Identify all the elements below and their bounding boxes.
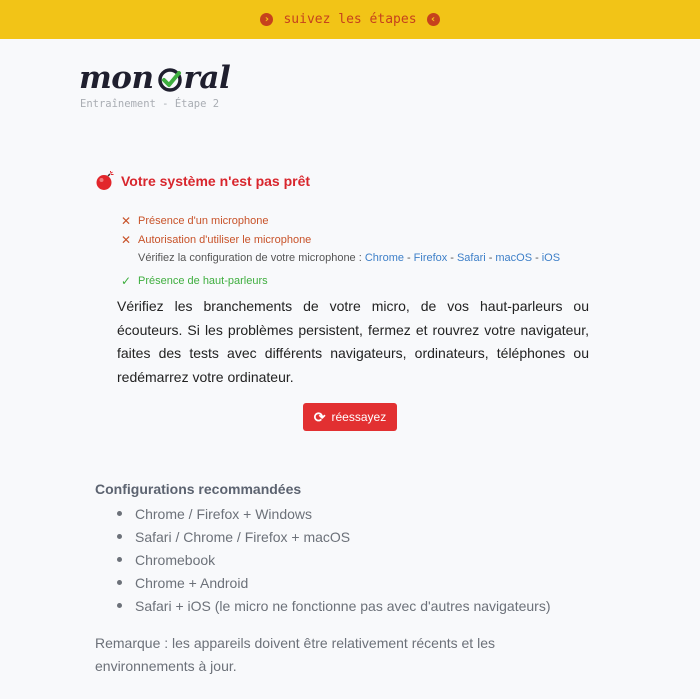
check-microphone: ✕ Présence d'un microphone — [120, 212, 560, 231]
refresh-icon: ⟳ — [313, 408, 326, 425]
link-safari[interactable]: Safari — [457, 252, 486, 264]
link-firefox[interactable]: Firefox — [414, 252, 448, 264]
logo-check-o-icon — [157, 68, 182, 92]
logo-text-part1: mon — [79, 60, 154, 96]
list-item: Safari / Chrome / Firefox + macOS — [117, 525, 551, 548]
chevron-right-circle-icon: › — [260, 13, 274, 26]
step-subtitle: Entraînement - Étape 2 — [80, 98, 220, 110]
recommended-list: Chrome / Firefox + Windows Safari / Chro… — [117, 502, 551, 617]
chevron-left-circle-icon: ‹ — [426, 13, 440, 26]
check-authorization-label: Autorisation d'utiliser le microphone — [138, 233, 312, 246]
logo[interactable]: mon ral — [79, 60, 231, 96]
config-note-prefix: Vérifiez la configuration de votre micro… — [138, 252, 362, 265]
bomb-icon — [96, 171, 114, 190]
list-item: Chromebook — [117, 548, 551, 571]
link-ios[interactable]: iOS — [542, 252, 560, 264]
logo-text-part2: ral — [183, 60, 231, 96]
check-speakers: ✓ Présence de haut-parleurs — [120, 272, 560, 291]
remark: Remarque : les appareils doivent être re… — [95, 635, 495, 674]
check-speakers-label: Présence de haut-parleurs — [138, 274, 268, 287]
check-authorization: ✕ Autorisation d'utiliser le microphone — [120, 231, 560, 250]
system-status: Votre système n'est pas prêt — [95, 171, 310, 191]
list-item: Safari + iOS (le micro ne fonctionne pas… — [117, 594, 551, 617]
link-macos[interactable]: macOS — [495, 252, 532, 264]
retry-button[interactable]: ⟳ réessayez — [303, 403, 397, 431]
check-microphone-label: Présence d'un microphone — [138, 215, 269, 228]
retry-button-label: réessayez — [331, 410, 387, 424]
list-item: Chrome / Firefox + Windows — [117, 502, 551, 525]
steps-banner-label: suivez les étapes — [283, 12, 417, 27]
status-title: Votre système n'est pas prêt — [121, 173, 311, 189]
steps-banner[interactable]: › suivez les étapes ‹ — [0, 0, 700, 39]
config-note: Vérifiez la configuration de votre micro… — [138, 252, 561, 265]
checkmark-icon: ✓ — [120, 273, 132, 288]
list-item: Chrome + Android — [117, 571, 551, 594]
cross-icon: ✕ — [120, 214, 132, 229]
recommended-title: Configurations recommandées — [95, 481, 302, 497]
checklist: ✕ Présence d'un microphone ✕ Autorisatio… — [120, 212, 560, 290]
troubleshooting-advice: Vérifiez les branchements de votre micro… — [117, 298, 589, 385]
link-chrome[interactable]: Chrome — [365, 252, 404, 264]
cross-icon: ✕ — [120, 232, 132, 247]
